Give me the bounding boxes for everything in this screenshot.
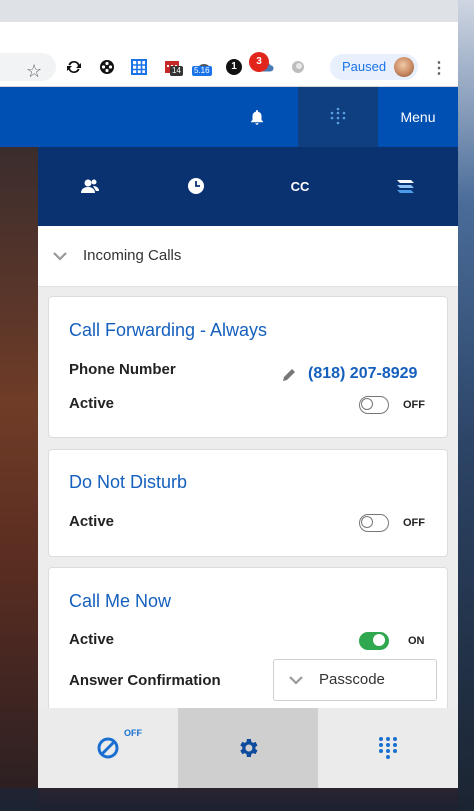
- more-options-icon[interactable]: ⋮: [431, 58, 447, 78]
- profile-status-label: Paused: [342, 59, 387, 74]
- browser-tab-strip: [0, 0, 458, 48]
- call-me-now-toggle[interactable]: [359, 632, 389, 650]
- toggle-state-label: ON: [408, 635, 425, 647]
- bell-icon[interactable]: [245, 105, 269, 129]
- menu-button[interactable]: Menu: [378, 87, 458, 147]
- card-title: Do Not Disturb: [69, 472, 188, 492]
- do-not-disturb-card: Do Not Disturb Active OFF: [48, 449, 448, 557]
- toggle-state-label: OFF: [403, 399, 425, 411]
- toggle-state-label: OFF: [403, 517, 425, 529]
- answer-confirmation-label: Answer Confirmation: [69, 672, 221, 689]
- avatar: [394, 57, 414, 77]
- settings-panel: CC Incoming Calls Call Forwarding - Alwa…: [38, 147, 458, 788]
- desktop-background: [458, 0, 474, 811]
- contacts-icon[interactable]: [78, 175, 102, 197]
- chevron-down-icon: [53, 252, 67, 261]
- dialpad-tab[interactable]: [298, 87, 378, 147]
- dialpad-button[interactable]: [318, 708, 458, 788]
- address-bar[interactable]: ☆: [0, 53, 56, 81]
- circle-icon[interactable]: [290, 59, 306, 75]
- active-label: Active: [69, 513, 115, 530]
- gear-icon: [240, 739, 258, 757]
- calendar-badge: 14: [170, 66, 183, 76]
- chevron-down-icon: [289, 676, 303, 685]
- pencil-icon[interactable]: [281, 367, 297, 383]
- cc-icon[interactable]: CC: [288, 175, 312, 197]
- toggle-knob: [373, 634, 385, 646]
- bottom-bar: OFF: [38, 708, 458, 788]
- settings-button[interactable]: [178, 708, 318, 788]
- dnd-state-label: OFF: [124, 728, 142, 738]
- browser-active-tab[interactable]: [0, 22, 458, 48]
- phone-number-value[interactable]: (818) 207-8929: [308, 365, 417, 383]
- desktop-background-left: [0, 147, 38, 788]
- layers-icon[interactable]: [393, 175, 417, 197]
- onepassword-icon[interactable]: 1: [226, 59, 242, 75]
- notification-badge: 3: [249, 52, 269, 72]
- desktop-background-bottom: [38, 788, 458, 811]
- select-value: Passcode: [319, 671, 385, 688]
- card-title: Call Me Now: [69, 591, 172, 611]
- speed-gauge-badge: 5.16: [192, 66, 212, 76]
- sync-icon[interactable]: [66, 59, 82, 75]
- dialpad-icon: [379, 737, 397, 759]
- toggle-knob: [361, 398, 373, 410]
- active-label: Active: [69, 395, 115, 412]
- dnd-quick-button[interactable]: OFF: [38, 708, 178, 788]
- panel-icon-row: CC: [38, 147, 458, 226]
- browser-toolbar: ☆ 14 5.16 1 Paused ⋮: [0, 48, 458, 87]
- section-title: Incoming Calls: [83, 247, 182, 264]
- onepassword-glyph: 1: [226, 59, 242, 75]
- card-title: Call Forwarding - Always: [69, 320, 268, 340]
- grid-icon[interactable]: [131, 59, 147, 75]
- call-forwarding-toggle[interactable]: [359, 396, 389, 414]
- bookmark-star-icon[interactable]: ☆: [26, 61, 42, 82]
- do-not-disturb-icon: [97, 737, 119, 759]
- dialpad-dots-icon: [330, 107, 346, 125]
- do-not-disturb-toggle[interactable]: [359, 514, 389, 532]
- incoming-calls-section-header[interactable]: Incoming Calls: [38, 226, 458, 287]
- answer-confirmation-select[interactable]: Passcode: [273, 659, 437, 701]
- call-forwarding-card: Call Forwarding - Always Phone Number (8…: [48, 296, 448, 438]
- toggle-knob: [361, 516, 373, 528]
- history-clock-icon[interactable]: [184, 175, 208, 197]
- film-reel-icon[interactable]: [99, 59, 115, 75]
- active-label: Active: [69, 631, 115, 648]
- phone-number-label: Phone Number: [69, 361, 176, 378]
- profile-paused-button[interactable]: Paused: [330, 54, 418, 80]
